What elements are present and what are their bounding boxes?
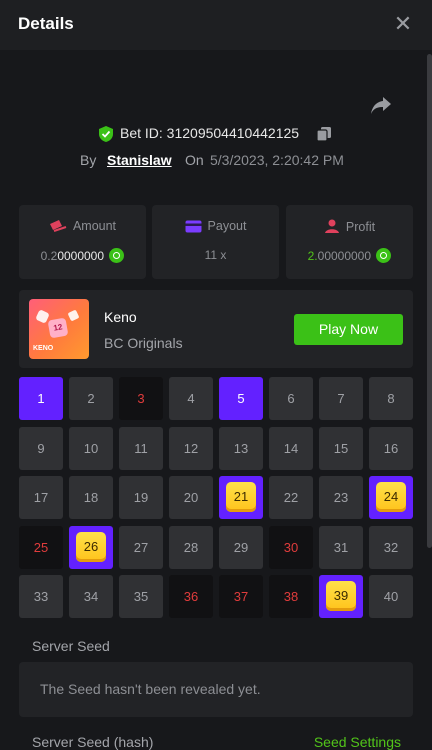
payout-header: Payout — [152, 219, 279, 233]
seed-settings-link[interactable]: Seed Settings — [314, 734, 401, 750]
keno-tile[interactable]: 6 — [269, 377, 313, 420]
keno-tile[interactable]: 15 — [319, 426, 363, 470]
modal-header: Details ✕ — [0, 0, 432, 50]
profit-value: 2.00000000 — [286, 248, 413, 263]
profit-card: Profit 2.00000000 — [286, 205, 413, 279]
keno-tile[interactable]: 4 — [169, 377, 213, 420]
amount-value-main: 0.2 — [40, 249, 58, 263]
shield-icon — [99, 126, 113, 142]
keno-tile[interactable]: 27 — [119, 525, 163, 569]
keno-thumbnail[interactable]: 12 KENO — [29, 299, 89, 359]
keno-tile[interactable]: 39 — [319, 575, 363, 618]
thumbnail-number: 12 — [47, 317, 69, 339]
keno-tile[interactable]: 1 — [19, 377, 63, 420]
gem-icon: 26 — [76, 531, 106, 562]
keno-tile[interactable]: 23 — [319, 476, 363, 519]
amount-card: Amount 0.20000000 — [19, 205, 146, 279]
server-seed-box: The Seed hasn't been revealed yet. — [19, 662, 413, 717]
keno-tile[interactable]: 7 — [319, 377, 363, 420]
keno-tile[interactable]: 16 — [369, 426, 413, 470]
bet-meta-row: By Stanislaw On 5/3/2023, 2:20:42 PM — [0, 150, 432, 170]
keno-tile[interactable]: 5 — [219, 377, 263, 420]
copy-icon[interactable] — [316, 126, 332, 142]
bet-id: Bet ID: 31209504410442125 — [120, 125, 300, 141]
gem-icon: 21 — [226, 482, 256, 512]
keno-tile[interactable]: 8 — [369, 377, 413, 420]
bet-id-row: Bet ID: 31209504410442125 — [0, 124, 432, 144]
keno-tile[interactable]: 28 — [169, 525, 213, 569]
profit-icon — [324, 219, 339, 233]
keno-tile[interactable]: 17 — [19, 476, 63, 519]
play-now-button[interactable]: Play Now — [294, 314, 403, 345]
keno-grid: 1 2 3 4 5 6 7 8 9 10 11 12 13 14 15 16 17 18 19 20 21 22 23 24 2… — [19, 377, 414, 622]
keno-tile[interactable]: 38 — [269, 575, 313, 618]
keno-tile[interactable]: 10 — [69, 426, 113, 470]
profit-value-decimals: 00000000 — [317, 249, 372, 263]
dice-icon — [67, 309, 80, 322]
amount-header: Amount — [19, 219, 146, 233]
keno-tile[interactable]: 36 — [169, 575, 213, 618]
keno-tile[interactable]: 26 — [69, 525, 113, 569]
keno-tile[interactable]: 3 — [119, 377, 163, 420]
server-seed-hash-label: Server Seed (hash) — [32, 734, 154, 750]
profit-label: Profit — [345, 220, 376, 234]
keno-tile[interactable]: 2 — [69, 377, 113, 420]
server-seed-value: The Seed hasn't been revealed yet. — [40, 681, 261, 697]
on-label: On — [185, 152, 204, 168]
keno-tile[interactable]: 13 — [219, 426, 263, 470]
keno-tile[interactable]: 34 — [69, 575, 113, 618]
payout-label: Payout — [207, 219, 247, 233]
payout-value: 11 x — [204, 248, 227, 262]
keno-tile[interactable]: 33 — [19, 575, 63, 618]
keno-tile[interactable]: 25 — [19, 525, 63, 569]
payout-icon — [185, 220, 202, 233]
keno-tile[interactable]: 24 — [369, 476, 413, 519]
keno-tile[interactable]: 22 — [269, 476, 313, 519]
keno-tile[interactable]: 40 — [369, 575, 413, 618]
amount-icon — [49, 220, 67, 232]
bet-datetime: 5/3/2023, 2:20:42 PM — [210, 152, 344, 168]
game-name: Keno — [104, 309, 137, 325]
amount-value: 0.20000000 — [19, 248, 146, 263]
gem-icon: 24 — [376, 482, 406, 512]
by-label: By — [80, 152, 97, 168]
keno-tile[interactable]: 30 — [269, 525, 313, 569]
close-icon[interactable]: ✕ — [392, 13, 414, 35]
keno-tile[interactable]: 12 — [169, 426, 213, 470]
keno-tile[interactable]: 32 — [369, 525, 413, 569]
profit-header: Profit — [286, 219, 413, 234]
amount-value-decimals: 0000000 — [57, 249, 105, 263]
coin-icon — [376, 248, 392, 263]
server-seed-label: Server Seed — [32, 638, 110, 654]
keno-tile[interactable]: 14 — [269, 426, 313, 470]
keno-tile[interactable]: 18 — [69, 476, 113, 519]
keno-tile[interactable]: 31 — [319, 525, 363, 569]
modal-title: Details — [18, 14, 74, 33]
profit-value-main: 2. — [307, 249, 318, 263]
keno-tile[interactable]: 35 — [119, 575, 163, 618]
thumbnail-label: KENO — [33, 345, 54, 352]
username-link[interactable]: Stanislaw — [107, 152, 172, 168]
gem-icon: 39 — [326, 581, 356, 611]
amount-label: Amount — [72, 219, 117, 233]
keno-tile[interactable]: 11 — [119, 426, 163, 470]
coin-icon — [109, 248, 125, 263]
keno-tile[interactable]: 37 — [219, 575, 263, 618]
share-icon[interactable] — [370, 95, 392, 115]
keno-tile[interactable]: 21 — [219, 476, 263, 519]
game-card: 12 KENO Keno BC Originals Play Now — [19, 290, 413, 368]
keno-tile[interactable]: 29 — [219, 525, 263, 569]
game-provider: BC Originals — [104, 335, 183, 351]
keno-tile[interactable]: 20 — [169, 476, 213, 519]
payout-card: Payout 11 x — [152, 205, 279, 279]
keno-tile[interactable]: 19 — [119, 476, 163, 519]
keno-tile[interactable]: 9 — [19, 426, 63, 470]
